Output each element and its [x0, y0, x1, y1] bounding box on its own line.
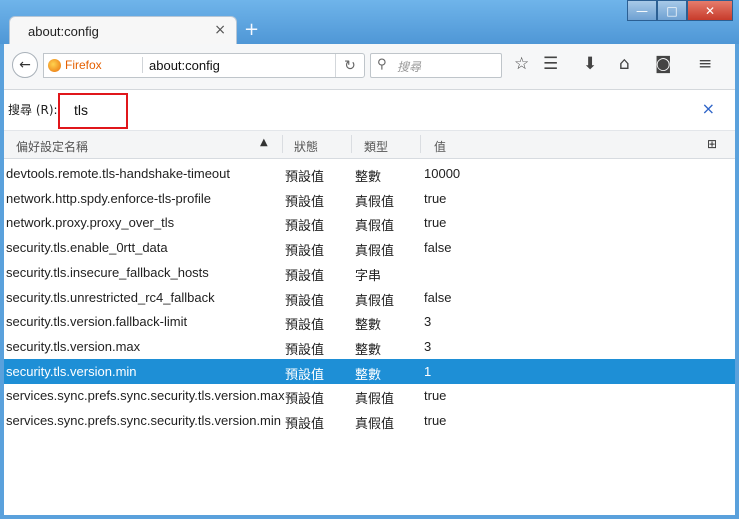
cell-type: 整數	[355, 317, 382, 333]
cell-type: 整數	[355, 341, 382, 357]
bookmark-star-icon[interactable]: ☆	[514, 54, 529, 74]
new-tab-button[interactable]: +	[244, 19, 259, 40]
cell-value: true	[424, 413, 447, 428]
cell-status: 預設值	[285, 169, 325, 184]
back-button[interactable]: ←	[12, 52, 38, 78]
browser-window: — □ ✕ about:config × + ← Firefox about:c…	[0, 0, 739, 519]
cell-status: 預設值	[285, 341, 325, 357]
cell-name: security.tls.insecure_fallback_hosts	[6, 264, 209, 280]
cell-name: services.sync.prefs.sync.security.tls.ve…	[6, 413, 281, 428]
cell-status: 預設值	[285, 243, 325, 259]
cell-name: security.tls.unrestricted_rc4_fallback	[6, 289, 215, 305]
tab-close-icon[interactable]: ×	[214, 22, 226, 38]
cell-value: false	[424, 240, 452, 256]
cell-status: 預設值	[285, 267, 325, 283]
tab-about-config[interactable]: about:config ×	[9, 16, 237, 45]
identity-label: Firefox	[65, 58, 102, 72]
cell-status: 預設值	[285, 292, 325, 308]
bookmarks-menu-icon[interactable]: ☰	[543, 54, 558, 74]
cell-name: security.tls.version.max	[6, 338, 141, 354]
cell-name: security.tls.version.min	[6, 363, 137, 379]
filter-input[interactable]: tls	[58, 93, 128, 129]
table-row[interactable]: security.tls.version.max 預設值 整數 3	[4, 334, 735, 359]
cell-value: 3	[424, 314, 432, 330]
home-icon[interactable]: ⌂	[619, 54, 630, 74]
cell-status: 預設值	[285, 391, 325, 407]
cell-type: 真假值	[355, 292, 395, 308]
cell-value: 10000	[424, 166, 461, 181]
clear-filter-icon[interactable]: ×	[702, 99, 715, 118]
cell-value: 1	[424, 363, 432, 379]
table-row[interactable]: security.tls.insecure_fallback_hosts 預設值 字…	[4, 260, 735, 285]
cell-status: 預設值	[285, 416, 325, 431]
table-row[interactable]: security.tls.version.fallback-limit 預設值 整數…	[4, 309, 735, 334]
cell-type: 真假值	[355, 416, 395, 431]
cell-status: 預設值	[285, 193, 325, 209]
table-row[interactable]: services.sync.prefs.sync.security.tls.ve…	[4, 383, 735, 408]
cell-status: 預設值	[285, 366, 325, 382]
tab-title: about:config	[28, 24, 99, 39]
column-value[interactable]: 值	[434, 138, 446, 155]
firefox-icon	[48, 58, 61, 72]
cell-name: network.http.spdy.enforce-tls-profile	[6, 190, 211, 206]
search-bar[interactable]: ⚲ 搜尋	[370, 53, 502, 78]
cell-type: 真假值	[355, 218, 395, 234]
reload-button[interactable]: ↻	[335, 54, 364, 77]
column-separator[interactable]	[420, 135, 421, 153]
cell-type: 整數	[355, 366, 382, 382]
arrow-left-icon: ←	[19, 57, 31, 73]
cell-value: true	[424, 190, 447, 206]
find-bar: 搜尋 (R): tls ×	[4, 90, 735, 131]
url-separator	[142, 57, 143, 73]
column-type[interactable]: 類型	[364, 138, 388, 155]
cell-status: 預設值	[285, 317, 325, 333]
table-row[interactable]: security.tls.unrestricted_rc4_fallback 預設…	[4, 285, 735, 310]
cell-value: true	[424, 215, 447, 231]
window-bottom-border	[0, 515, 739, 519]
cell-name: services.sync.prefs.sync.security.tls.ve…	[6, 388, 285, 404]
pocket-icon[interactable]: ◙	[655, 54, 672, 74]
preferences-list: devtools.remote.tls-handshake-timeout 預設值…	[4, 159, 735, 515]
cell-value: false	[424, 289, 452, 305]
cell-type: 真假值	[355, 193, 395, 209]
hamburger-menu-icon[interactable]: ≡	[698, 54, 712, 74]
table-row[interactable]: security.tls.enable_0rtt_data 預設值 真假值 false	[4, 235, 735, 260]
cell-name: security.tls.enable_0rtt_data	[6, 240, 168, 256]
cell-type: 整數	[355, 169, 382, 184]
column-separator[interactable]	[282, 135, 283, 153]
cell-type: 字串	[355, 267, 382, 283]
table-row[interactable]: network.proxy.proxy_over_tls 預設值 真假值 true	[4, 210, 735, 235]
column-separator[interactable]	[351, 135, 352, 153]
column-name[interactable]: 偏好設定名稱	[16, 138, 88, 155]
cell-value: 3	[424, 338, 432, 354]
cell-name: network.proxy.proxy_over_tls	[6, 215, 175, 231]
navigation-toolbar: ← Firefox about:config ↻ ⚲ 搜尋 ☆ ☰ ⬇ ⌂ ◙ …	[4, 44, 735, 90]
sort-ascending-icon: ▲	[260, 137, 268, 148]
table-row[interactable]: network.http.spdy.enforce-tls-profile 預設值…	[4, 186, 735, 211]
reload-icon: ↻	[344, 57, 356, 74]
cell-type: 真假值	[355, 391, 395, 407]
table-row[interactable]: devtools.remote.tls-handshake-timeout 預設值…	[4, 161, 735, 186]
download-icon[interactable]: ⬇	[583, 54, 597, 74]
column-picker-icon[interactable]: ⊞	[707, 137, 717, 151]
cell-type: 真假值	[355, 243, 395, 259]
column-header: 偏好設定名稱 ▲ 狀態 類型 值 ⊞	[4, 131, 735, 159]
cell-name: devtools.remote.tls-handshake-timeout	[6, 166, 231, 181]
search-placeholder: 搜尋	[397, 60, 422, 74]
cell-value: true	[424, 388, 447, 404]
cell-name: security.tls.version.fallback-limit	[6, 314, 188, 330]
tab-strip: about:config × +	[0, 14, 739, 45]
url-bar[interactable]: Firefox about:config ↻	[43, 53, 365, 78]
table-row[interactable]: services.sync.prefs.sync.security.tls.ve…	[4, 408, 735, 433]
identity-box[interactable]: Firefox	[48, 58, 102, 72]
cell-status: 預設值	[285, 218, 325, 234]
url-text[interactable]: about:config	[149, 58, 220, 73]
table-row[interactable]: security.tls.version.min 預設值 整數 1	[4, 358, 735, 384]
search-icon: ⚲	[377, 57, 387, 72]
column-status[interactable]: 狀態	[294, 138, 318, 155]
find-label: 搜尋 (R):	[8, 103, 58, 117]
filter-input-value: tls	[74, 102, 88, 118]
